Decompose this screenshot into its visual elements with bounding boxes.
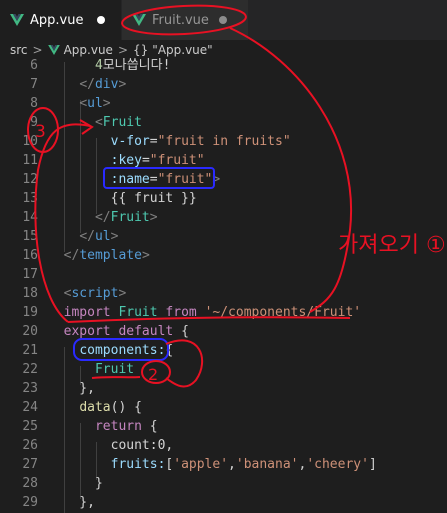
line-number: 22	[22, 362, 38, 377]
line-number: 26	[22, 438, 38, 453]
code-line[interactable]: 28 }	[0, 474, 447, 493]
code-text: components:{	[79, 343, 174, 358]
tab-bar: App.vue Fruit.vue	[0, 0, 447, 40]
breadcrumb-app-vue-label: App.vue	[63, 43, 113, 57]
line-number: 13	[22, 191, 38, 206]
code-line[interactable]: 20 export default {	[0, 322, 447, 341]
code-text: </Fruit>	[94, 210, 158, 225]
breadcrumb-src[interactable]: src	[10, 43, 28, 57]
line-number: 8	[30, 96, 38, 111]
code-text: import Fruit from '~/components/Fruit'	[63, 305, 362, 320]
line-number: 29	[22, 495, 38, 510]
code-text: 4모나씁니다!	[94, 58, 171, 73]
code-line[interactable]: 15 </ul>	[0, 227, 447, 246]
code-text: fruits:['apple','banana','cheery']	[110, 457, 377, 472]
code-line[interactable]: 24 data() {	[0, 398, 447, 417]
line-number: 10	[22, 134, 38, 149]
code-text: :name="fruit">	[110, 172, 221, 187]
code-line[interactable]: 8 <ul>	[0, 94, 447, 113]
code-line[interactable]: 9 <Fruit	[0, 113, 447, 132]
code-line[interactable]: 22 Fruit	[0, 360, 447, 379]
chevron-right-icon: >	[32, 43, 43, 57]
breadcrumb-app-vue[interactable]: App.vue	[47, 43, 113, 57]
code-line[interactable]: 7 </div>	[0, 75, 447, 94]
code-text: </div>	[79, 77, 127, 92]
code-text: </template>	[63, 248, 150, 263]
code-text: },	[48, 495, 95, 510]
vue-file-icon	[132, 14, 146, 26]
line-number: 24	[22, 400, 38, 415]
braces-icon: {}	[133, 43, 149, 57]
line-number: 6	[30, 58, 38, 73]
code-text: return {	[94, 419, 158, 434]
vue-file-icon	[10, 14, 24, 26]
code-line[interactable]: 11 :key="fruit"	[0, 151, 447, 170]
line-number: 27	[22, 457, 38, 472]
code-line[interactable]: 10 v-for="fruit in fruits"	[0, 132, 447, 151]
code-line[interactable]: 18 <script>	[0, 284, 447, 303]
code-line[interactable]: 19 import Fruit from '~/components/Fruit…	[0, 303, 447, 322]
line-number: 16	[22, 248, 38, 263]
line-number: 11	[22, 153, 38, 168]
code-line[interactable]: 17	[0, 265, 447, 284]
line-number: 7	[30, 77, 38, 92]
code-line[interactable]: 27 fruits:['apple','banana','cheery']	[0, 455, 447, 474]
line-number: 20	[22, 324, 38, 339]
code-line[interactable]: 26 count:0,	[0, 436, 447, 455]
code-text: v-for="fruit in fruits"	[110, 134, 291, 149]
line-number: 12	[22, 172, 38, 187]
chevron-right-icon: >	[117, 43, 129, 57]
breadcrumb-symbol-label: "App.vue"	[152, 43, 213, 57]
breadcrumb-symbol[interactable]: {} "App.vue"	[133, 43, 213, 57]
tab-app-vue[interactable]: App.vue	[0, 0, 121, 40]
code-text: export default {	[63, 324, 189, 339]
code-text: <ul>	[79, 96, 111, 111]
line-number: 14	[22, 210, 38, 225]
line-number: 28	[22, 476, 38, 491]
line-number: 19	[22, 305, 38, 320]
tab-label: Fruit.vue	[152, 12, 209, 28]
code-text: <Fruit	[94, 115, 142, 130]
code-line[interactable]: 25 return {	[0, 417, 447, 436]
code-text: :key="fruit"	[110, 153, 205, 168]
code-text: Fruit	[94, 362, 135, 377]
code-line[interactable]: 16 </template>	[0, 246, 447, 265]
code-line[interactable]: 12 :name="fruit">	[0, 170, 447, 189]
line-number: 15	[22, 229, 38, 244]
tab-label: App.vue	[30, 12, 84, 28]
code-text: </ul>	[79, 229, 119, 244]
code-line[interactable]: 14 </Fruit>	[0, 208, 447, 227]
code-editor[interactable]: 6 4모나씁니다! 7 </div> 8 <ul> 9 <Fruit 10 v-for=…	[0, 56, 447, 513]
line-number: 25	[22, 419, 38, 434]
code-text: data() {	[79, 400, 142, 415]
line-number: 21	[22, 343, 38, 358]
line-number: 9	[30, 115, 38, 130]
line-number: 18	[22, 286, 38, 301]
code-line[interactable]: 21 components:{	[0, 341, 447, 360]
code-line[interactable]: 23 },	[0, 379, 447, 398]
code-text: count:0,	[110, 438, 174, 453]
code-text: },	[48, 381, 95, 396]
line-number: 17	[22, 267, 38, 282]
code-text: <script>	[63, 286, 127, 301]
code-line[interactable]: 29 },	[0, 493, 447, 512]
code-text: {{ fruit }}	[48, 191, 197, 206]
unsaved-dot-icon[interactable]	[97, 16, 105, 24]
line-number: 23	[22, 381, 38, 396]
code-line[interactable]: 6 4모나씁니다!	[0, 56, 447, 75]
code-line[interactable]: 13 {{ fruit }}	[0, 189, 447, 208]
code-text: }	[48, 476, 103, 491]
vue-file-icon	[47, 45, 60, 55]
unsaved-dot-icon[interactable]	[219, 16, 227, 24]
tab-fruit-vue[interactable]: Fruit.vue	[121, 0, 248, 40]
